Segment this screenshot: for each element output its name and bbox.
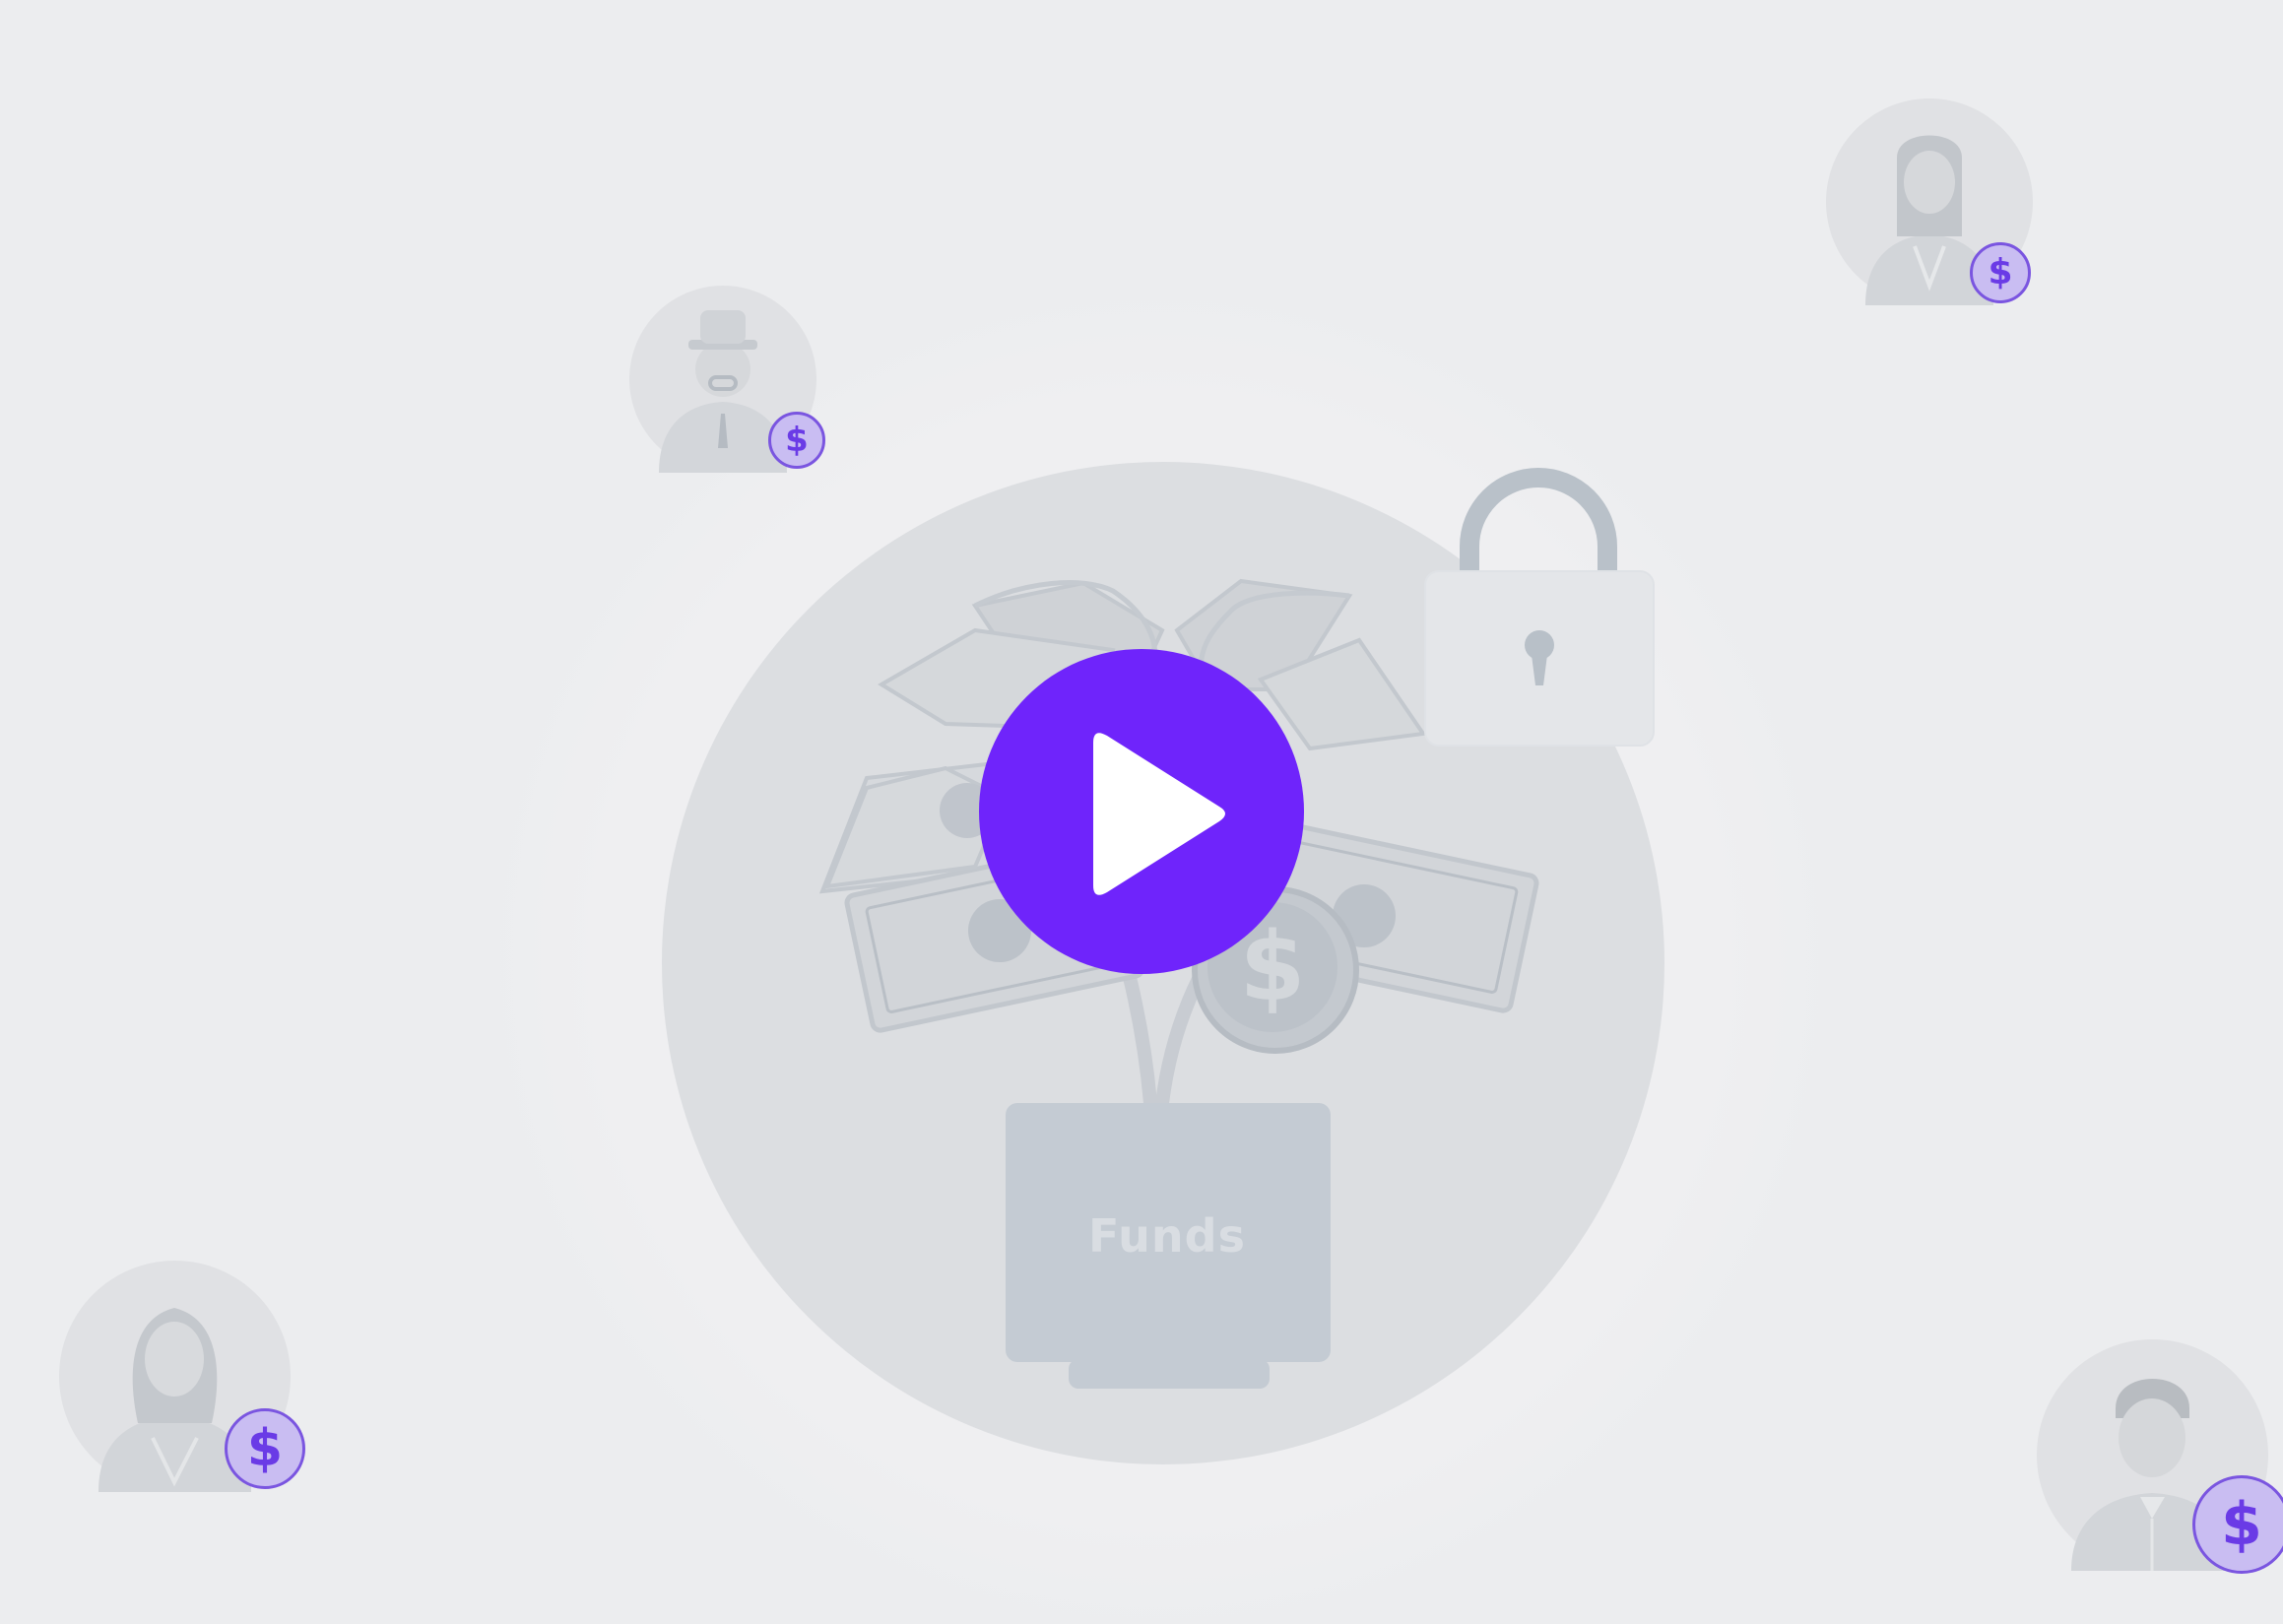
investor-hat-man: $ [629, 286, 825, 473]
investor-coin-badge: $ [2192, 1475, 2283, 1574]
investor-coin-badge: $ [225, 1408, 305, 1489]
investor-coin-badge: $ [1970, 242, 2031, 303]
investor-woman-top-right: $ [1826, 98, 2033, 305]
video-thumbnail[interactable]: $ Funds $ $ $ $ [0, 0, 2283, 1624]
investor-man-bottom-right: $ [2037, 1339, 2283, 1574]
lock-icon [1424, 468, 1655, 747]
investor-coin-badge: $ [768, 412, 825, 469]
investor-woman-bottom-left: $ [59, 1261, 305, 1492]
funds-label: Funds [1088, 1209, 1246, 1263]
play-icon [1093, 733, 1225, 895]
play-button[interactable] [979, 649, 1304, 974]
